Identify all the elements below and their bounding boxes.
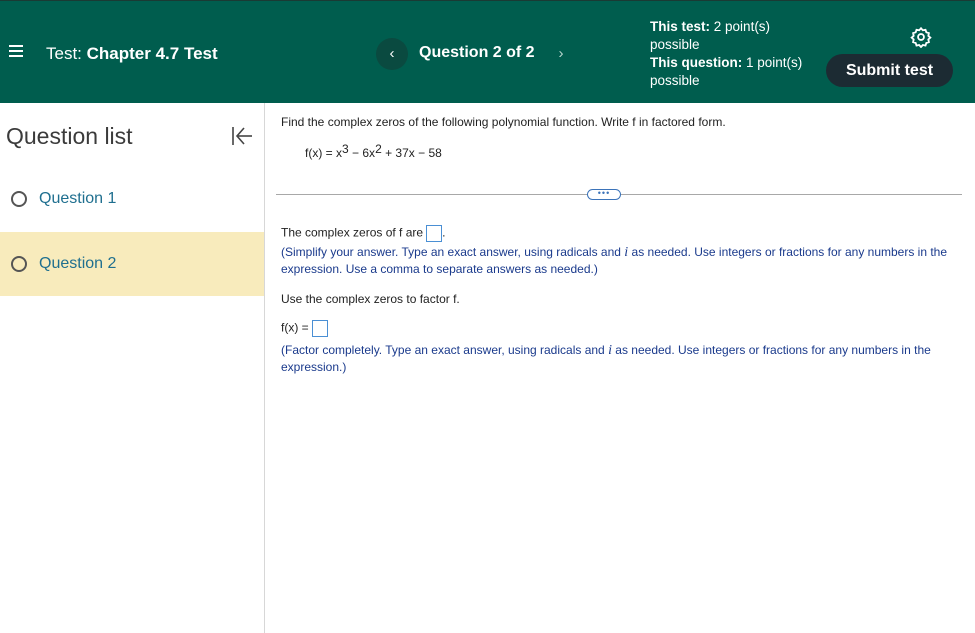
formula-mid: − 6x <box>348 146 376 160</box>
question-list-sidebar: Question list Question 1 Question 2 <box>0 103 265 633</box>
question-list-item-label: Question 2 <box>39 255 117 272</box>
question-list-item-2[interactable]: Question 2 <box>0 232 264 296</box>
factored-form-answer-input[interactable] <box>311 320 328 337</box>
submit-test-button[interactable]: Submit test <box>826 54 953 87</box>
chevron-left-icon: ‹ <box>389 45 395 62</box>
hint-text-a: (Factor completely. Type an exact answer… <box>281 343 609 357</box>
part2-hint: (Factor completely. Type an exact answer… <box>281 342 961 376</box>
test-name: Chapter 4.7 Test <box>86 44 218 63</box>
part1-prompt-text: The complex zeros of f are <box>281 225 424 240</box>
part1-hint: (Simplify your answer. Type an exact ans… <box>281 244 961 278</box>
question-list-item-label: Question 1 <box>39 190 117 207</box>
test-label: Test: <box>46 44 82 63</box>
question-list-item-1[interactable]: Question 1 <box>0 167 264 231</box>
question-points-label: This question: <box>650 55 743 70</box>
expand-more-button[interactable]: ••• <box>587 189 621 200</box>
question-panel: Find the complex zeros of the following … <box>265 103 975 633</box>
factored-lhs: f(x) = <box>281 320 309 335</box>
radio-icon <box>11 191 27 207</box>
formula-lhs: f(x) = x <box>305 146 343 160</box>
top-bar: Test: Chapter 4.7 Test ‹ Question 2 of 2… <box>0 0 975 103</box>
formula-exponent-3: 3 <box>342 142 349 156</box>
next-question-button[interactable]: › <box>553 38 569 70</box>
formula-rest: + 37x − 58 <box>381 146 442 160</box>
part2-prompt: Use the complex zeros to factor f. <box>281 292 460 306</box>
points-info: This test: 2 point(s) possible This ques… <box>650 18 810 90</box>
radio-icon <box>11 256 27 272</box>
complex-zeros-answer-input[interactable] <box>426 225 443 242</box>
question-list-title: Question list <box>6 123 133 149</box>
chevron-right-icon: › <box>558 45 564 62</box>
hint-text-a: (Simplify your answer. Type an exact ans… <box>281 245 625 259</box>
formula-exponent-2: 2 <box>375 142 382 156</box>
question-instruction: Find the complex zeros of the following … <box>281 115 726 129</box>
menu-icon[interactable] <box>9 45 23 59</box>
period: . <box>442 225 446 240</box>
factored-form-row: f(x) = <box>281 320 328 337</box>
collapse-sidebar-icon[interactable] <box>230 125 254 147</box>
question-nav-label[interactable]: Question 2 of 2 <box>419 44 535 62</box>
polynomial-formula: f(x) = x3 − 6x2 + 37x − 58 <box>305 142 442 160</box>
part1-prompt: The complex zeros of f are. <box>281 225 445 242</box>
test-points-label: This test: <box>650 19 711 34</box>
settings-gear-icon[interactable] <box>910 26 932 49</box>
previous-question-button[interactable]: ‹ <box>376 38 408 70</box>
test-title: Test: Chapter 4.7 Test <box>46 44 218 64</box>
